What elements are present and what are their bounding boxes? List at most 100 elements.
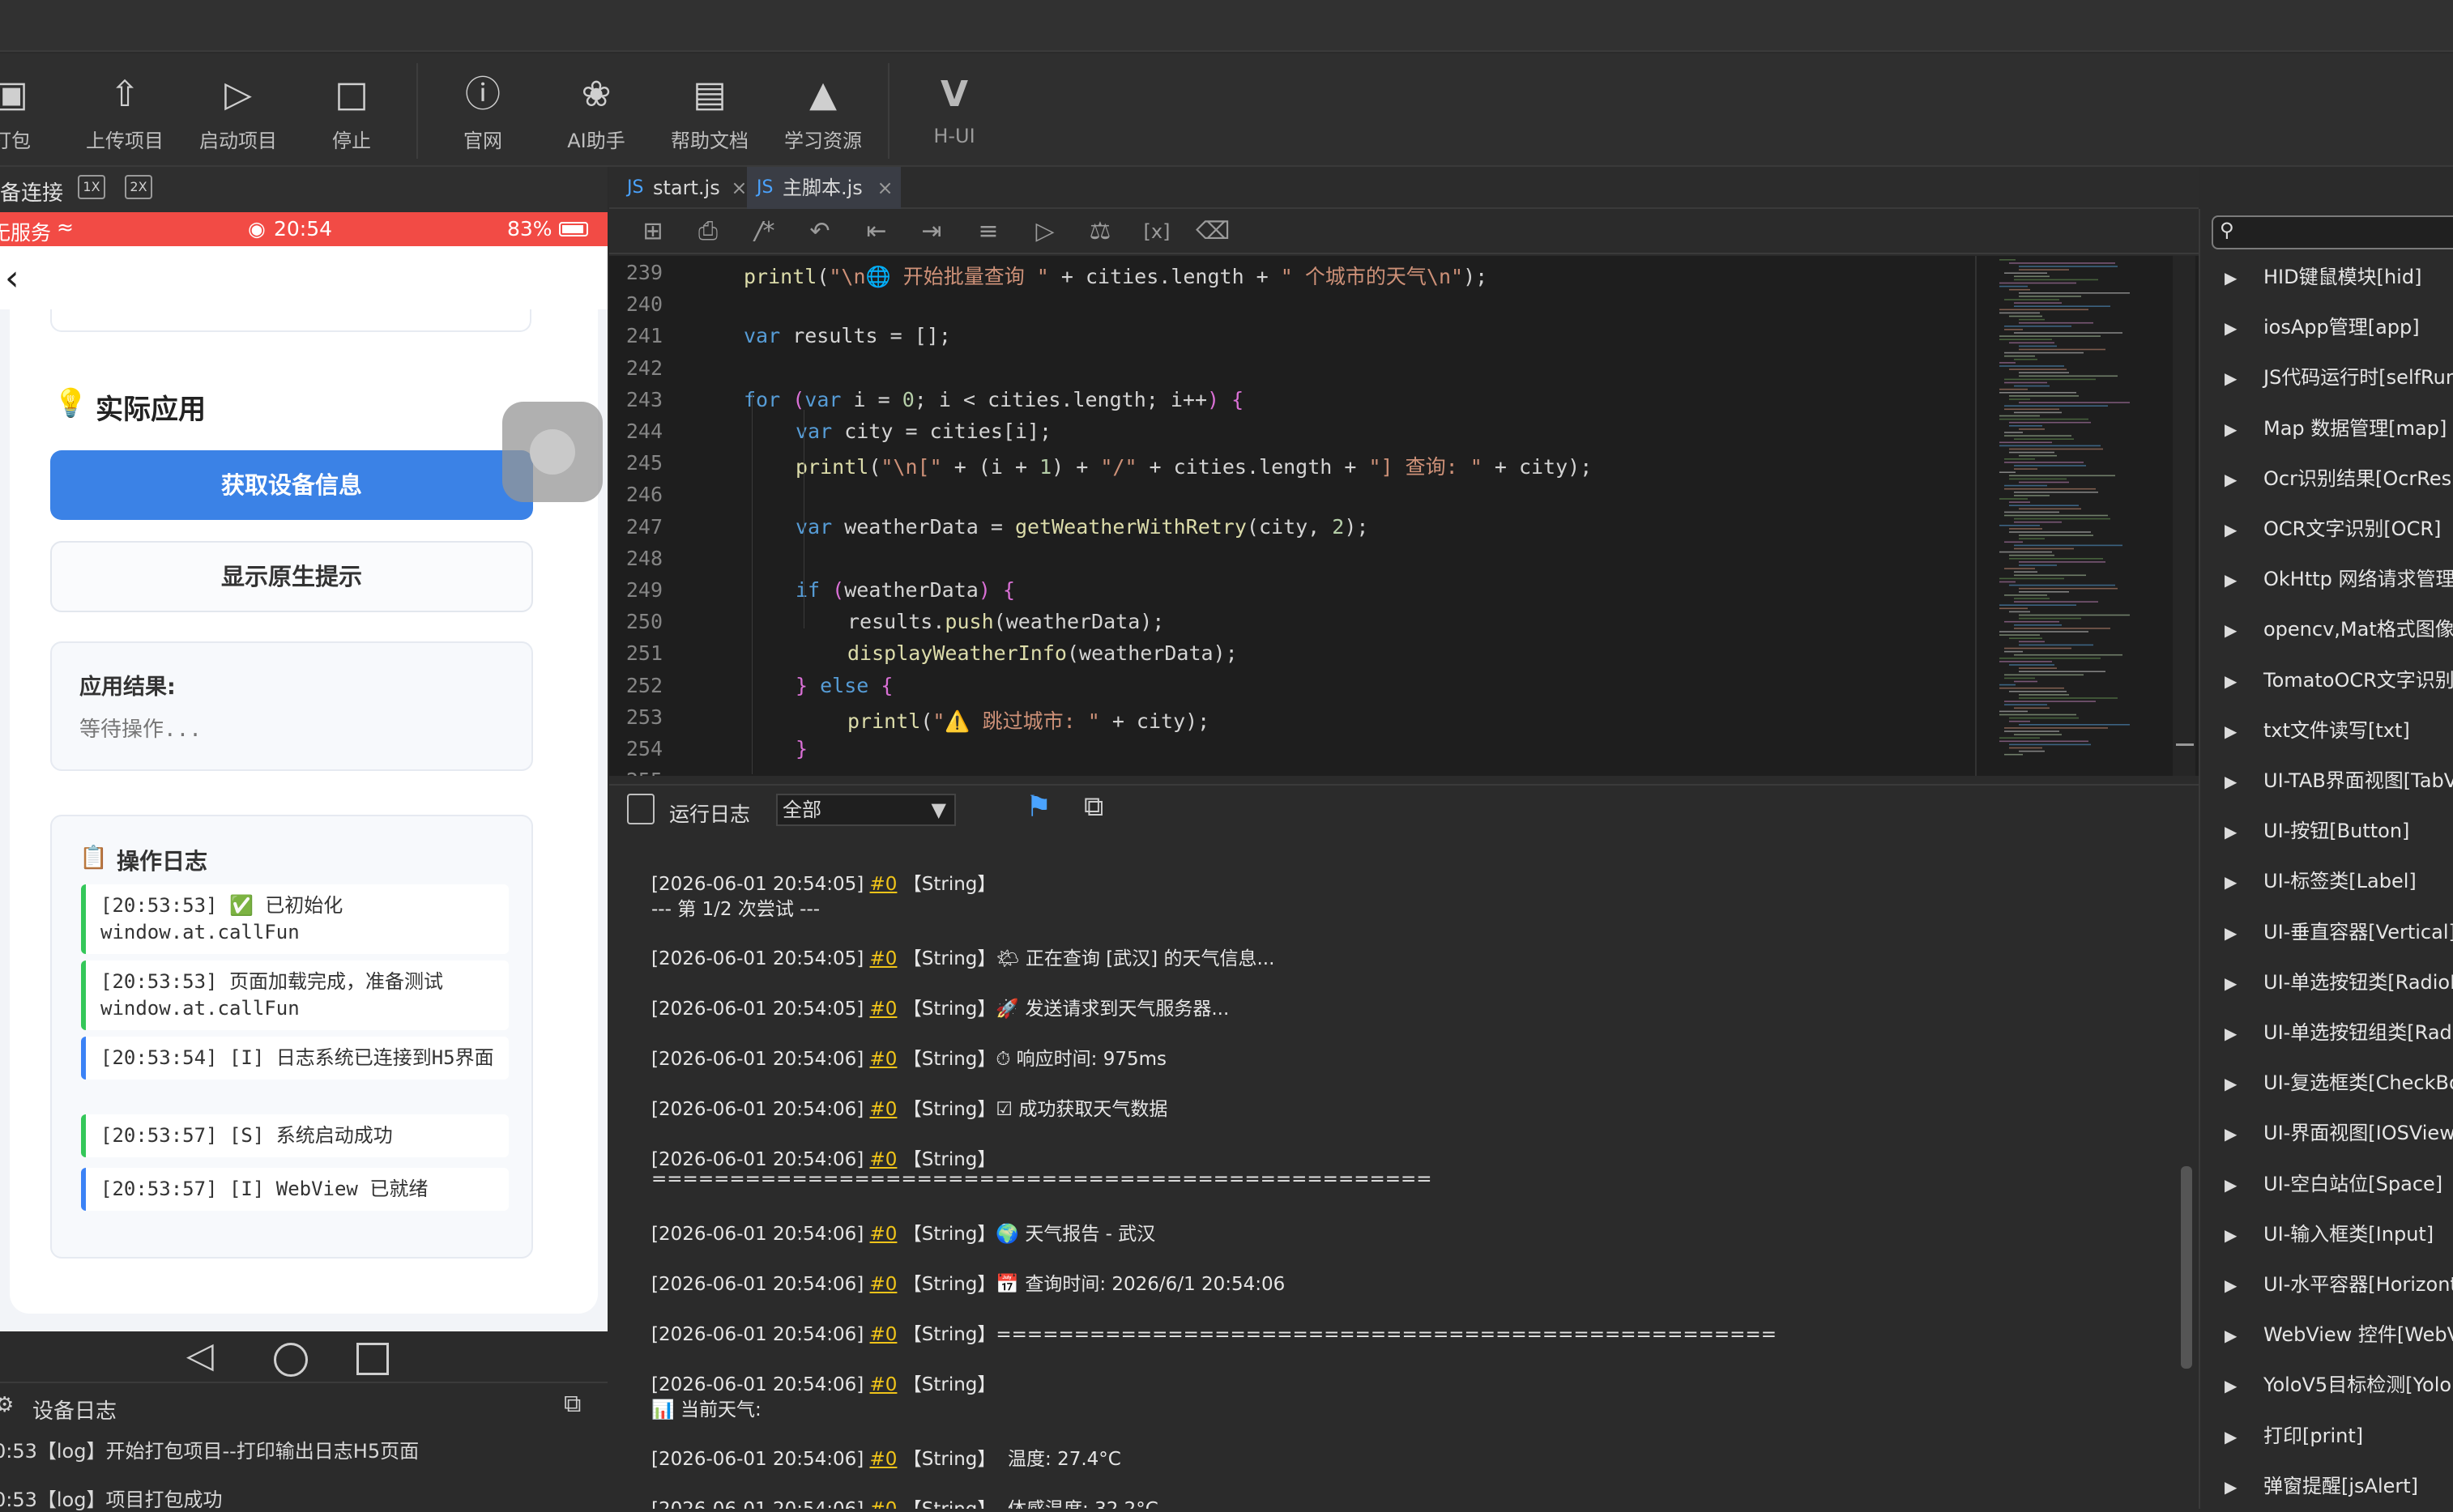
log-thread-tag[interactable]: #0	[870, 1499, 898, 1509]
popout-icon[interactable]: ⧉	[564, 1390, 581, 1418]
module-item[interactable]: ▶ UI-垂直容器[Vertical]	[2225, 916, 2453, 944]
ai-assistant-button[interactable]: ❀ AI助手	[540, 73, 653, 153]
package-button[interactable]: ▣ 打包	[0, 73, 68, 153]
module-item[interactable]: ▶ 打印[print]	[2225, 1420, 2363, 1448]
tab-main-script[interactable]: JS 主脚本.js ×	[747, 167, 901, 209]
show-native-tip-button[interactable]: 显示原生提示	[50, 541, 533, 612]
module-item[interactable]: ▶ Ocr识别结果[OcrResu	[2225, 462, 2453, 491]
line-number: 251	[625, 641, 663, 666]
log-thread-tag[interactable]: #0	[870, 1149, 898, 1170]
module-item[interactable]: ▶ JS代码运行时[selfRun	[2225, 361, 2453, 390]
close-icon[interactable]: ×	[731, 177, 747, 199]
variable-icon[interactable]: [x]	[1141, 215, 1173, 248]
module-item[interactable]: ▶ UI-单选按钮类[RadioB	[2225, 966, 2453, 995]
minimap-line	[2004, 432, 2023, 433]
log-thread-tag[interactable]: #0	[870, 1224, 898, 1245]
log-thread-tag[interactable]: #0	[870, 1324, 898, 1345]
log-thread-tag[interactable]: #0	[870, 948, 898, 969]
module-item-label: iosApp管理[app]	[2263, 316, 2420, 339]
module-item[interactable]: ▶ UI-水平容器[Horizont	[2225, 1268, 2453, 1297]
log-thread-tag[interactable]: #0	[870, 1099, 898, 1120]
module-item[interactable]: ▶ WebView 控件[WebV	[2225, 1318, 2453, 1347]
minimap-line	[1999, 445, 2101, 447]
module-item[interactable]: ▶ UI-单选按钮组类[Radi	[2225, 1016, 2453, 1045]
line-number: 243	[625, 387, 663, 411]
minimap-line	[2009, 478, 2067, 480]
minimap-line	[1999, 388, 2028, 390]
module-item[interactable]: ▶ OkHttp 网络请求管理	[2225, 563, 2453, 591]
module-item[interactable]: ▶ UI-TAB界面视图[TabV	[2225, 765, 2453, 793]
upload-project-button[interactable]: ⇧ 上传项目	[68, 73, 181, 153]
docs-label: 帮助文档	[671, 130, 749, 152]
learning-resources-button[interactable]: ▲ 学习资源	[766, 73, 880, 153]
format-icon[interactable]: ≡	[972, 215, 1005, 248]
line-number: 240	[625, 292, 663, 317]
module-item[interactable]: ▶ opencv,Mat格式图像	[2225, 613, 2453, 641]
battery-text: 83%	[507, 217, 552, 241]
log-thread-tag[interactable]: #0	[870, 1049, 898, 1070]
line-number: 241	[625, 324, 663, 348]
device-connection-label: 设备连接	[0, 181, 64, 206]
log-thread-tag[interactable]: #0	[870, 1449, 898, 1470]
minimap-line	[2009, 421, 2091, 424]
module-item[interactable]: ▶ iosApp管理[app]	[2225, 311, 2420, 339]
h-ui-button[interactable]: V H-UI	[898, 73, 1011, 147]
module-item[interactable]: ▶ UI-按钮[Button]	[2225, 815, 2409, 843]
module-item[interactable]: ▶ UI-输入框类[Input]	[2225, 1218, 2434, 1246]
zoom-2x-button[interactable]: 2X	[125, 175, 152, 199]
module-item[interactable]: ▶ OCR文字识别[OCR]	[2225, 513, 2441, 541]
module-item[interactable]: ▶ Map 数据管理[map]	[2225, 412, 2447, 441]
log-scrollbar-thumb[interactable]	[2181, 1166, 2192, 1369]
module-item[interactable]: ▶ UI-空白站位[Space]	[2225, 1168, 2442, 1196]
indent-icon[interactable]: ⇥	[915, 215, 948, 248]
module-item[interactable]: ▶ TomatoOCR文字识别	[2225, 664, 2453, 692]
nav-recents-icon[interactable]	[356, 1343, 389, 1375]
help-docs-button[interactable]: ▤ 帮助文档	[653, 73, 766, 153]
floating-assistive-button[interactable]	[502, 402, 603, 502]
run-icon[interactable]: ▷	[1029, 215, 1061, 248]
module-item[interactable]: ▶ UI-复选框类[CheckBo	[2225, 1067, 2453, 1095]
log-filter-select[interactable]: 全部 ▼	[776, 794, 956, 826]
outdent-icon[interactable]: ⇤	[860, 215, 893, 248]
official-site-button[interactable]: ⓘ 官网	[426, 73, 540, 153]
module-item[interactable]: ▶ txt文件读写[txt]	[2225, 714, 2410, 743]
minimap-line	[2014, 279, 2098, 281]
start-project-button[interactable]: ▷ 启动项目	[181, 73, 295, 153]
line-number: 252	[625, 673, 663, 697]
nav-back-icon[interactable]: ◁	[186, 1335, 214, 1376]
undo-icon[interactable]: ↶	[804, 215, 836, 248]
minimap-line	[1999, 498, 2028, 500]
broom-clear-icon[interactable]: ⚑	[1026, 790, 1052, 824]
log-thread-tag[interactable]: #0	[870, 999, 898, 1020]
flask-icon[interactable]: ⚖	[1084, 215, 1116, 248]
stop-button[interactable]: □ 停止	[295, 73, 408, 153]
code-editor[interactable]: 239 printl("\n🌐 开始批量查询 " + cities.length …	[609, 256, 2199, 776]
editor-scrollbar[interactable]	[2173, 256, 2195, 776]
print-icon[interactable]: ⎙	[692, 215, 724, 248]
trash-icon[interactable]: ⌫	[1196, 215, 1230, 248]
add-icon[interactable]: ⊞	[637, 215, 669, 248]
module-search-input[interactable]: ⚲	[2212, 215, 2453, 249]
nav-home-icon[interactable]	[274, 1343, 308, 1377]
log-thread-tag[interactable]: #0	[870, 1374, 898, 1395]
minimap-line	[2004, 484, 2047, 487]
log-thread-tag[interactable]: #0	[870, 1274, 898, 1295]
log-list-icon	[627, 794, 655, 824]
minimap-line	[2014, 275, 2050, 278]
module-item[interactable]: ▶ 弹窗提醒[jsAlert]	[2225, 1470, 2418, 1498]
comment-icon[interactable]: /*	[749, 215, 781, 248]
module-item[interactable]: ▶ HID键鼠模块[hid]	[2225, 261, 2421, 289]
minimap-line	[2014, 438, 2074, 440]
editor-toolbar: ⊞ ⎙ /* ↶ ⇤ ⇥ ≡ ▷ ⚖ [x] ⌫	[609, 209, 2199, 254]
tab-start-js[interactable]: JS start.js ×	[617, 167, 753, 209]
close-icon[interactable]: ×	[877, 177, 893, 199]
zoom-1x-button[interactable]: 1X	[78, 175, 105, 199]
back-arrow-icon[interactable]: ‹	[5, 258, 19, 299]
module-item[interactable]: ▶ UI-界面视图[IOSView	[2225, 1117, 2453, 1145]
minimap-line	[2014, 598, 2050, 599]
popout-icon[interactable]: ⧉	[1084, 790, 1103, 823]
module-item[interactable]: ▶ YoloV5目标检测[Yolo	[2225, 1369, 2451, 1397]
module-item[interactable]: ▶ UI-标签类[Label]	[2225, 865, 2417, 893]
get-device-info-button[interactable]: 获取设备信息	[50, 450, 533, 520]
log-thread-tag[interactable]: #0	[870, 874, 898, 895]
